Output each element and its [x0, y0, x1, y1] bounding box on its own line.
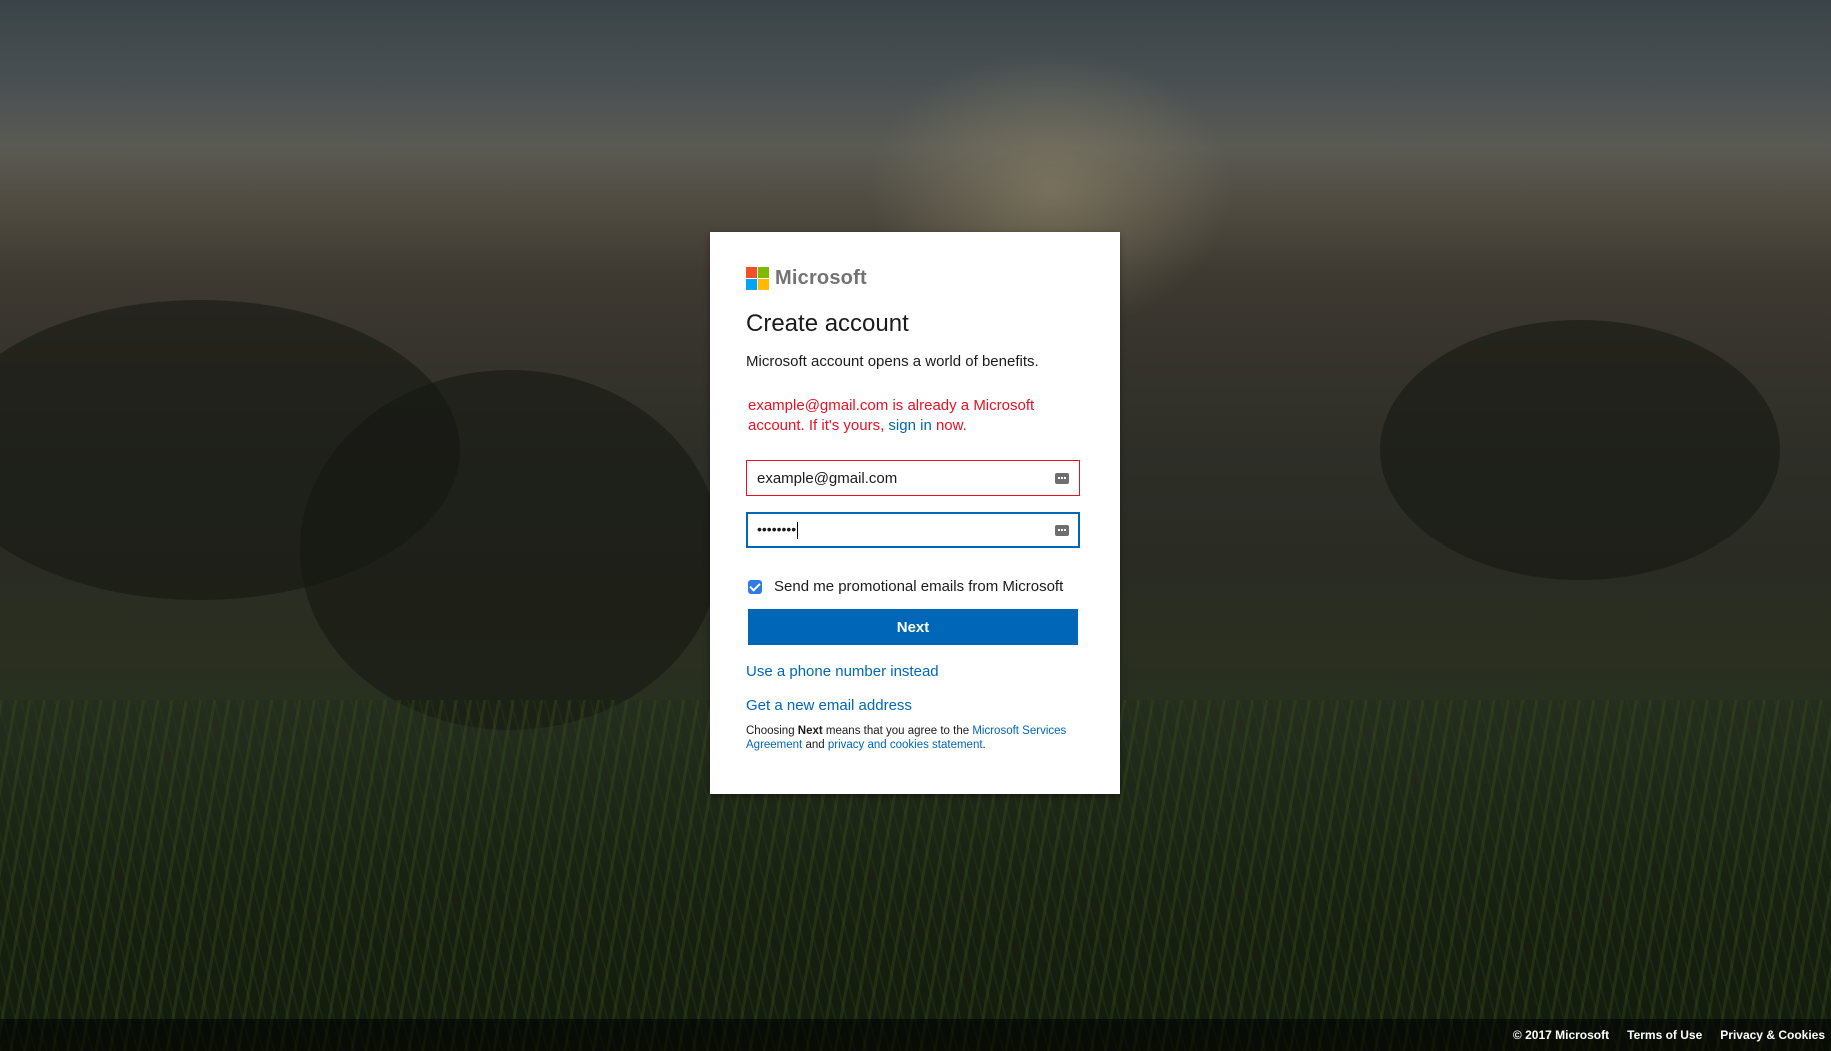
- password-manager-key-icon[interactable]: [1055, 524, 1069, 536]
- logo-square-red: [746, 266, 757, 278]
- logo-square-yellow: [758, 278, 769, 290]
- error-message: example@gmail.com is already a Microsoft…: [746, 396, 1084, 436]
- create-account-card: Microsoft Create account Microsoft accou…: [710, 232, 1120, 794]
- footer-links: © 2017 Microsoft Terms of Use Privacy & …: [1513, 1028, 1825, 1042]
- promo-checkbox-label[interactable]: Send me promotional emails from Microsof…: [774, 578, 1063, 595]
- password-manager-key-icon[interactable]: [1055, 472, 1069, 484]
- email-field[interactable]: example@gmail.com: [746, 460, 1080, 496]
- logo-square-blue: [746, 278, 757, 290]
- footer-privacy-link[interactable]: Privacy & Cookies: [1720, 1028, 1825, 1042]
- footer-copyright: © 2017 Microsoft: [1512, 1028, 1610, 1042]
- page-subtitle: Microsoft account opens a world of benef…: [746, 353, 1039, 370]
- password-field-value: ••••••••: [757, 521, 1055, 539]
- next-button[interactable]: Next: [748, 609, 1078, 645]
- legal-prefix: Choosing: [746, 725, 798, 737]
- error-line-2: account. If it's yours, sign in now.: [748, 416, 1084, 436]
- background-hill-center: [300, 370, 720, 730]
- promo-checkbox-row[interactable]: Send me promotional emails from Microsof…: [746, 578, 1084, 595]
- error-line-1: example@gmail.com is already a Microsoft: [748, 397, 1035, 414]
- text-caret: [797, 521, 799, 539]
- logo-square-green: [758, 266, 769, 278]
- use-phone-number-link[interactable]: Use a phone number instead: [746, 663, 939, 680]
- brand-name: Microsoft: [775, 266, 867, 289]
- legal-and: and: [802, 739, 828, 751]
- brand: Microsoft: [746, 266, 1084, 290]
- privacy-statement-link[interactable]: privacy and cookies statement: [828, 739, 983, 751]
- microsoft-logo-icon: [746, 266, 769, 290]
- password-field[interactable]: ••••••••: [746, 512, 1080, 548]
- sign-in-link[interactable]: sign in: [888, 417, 931, 434]
- error-line-2-suffix: now.: [931, 417, 967, 434]
- legal-middle: means that you agree to the: [822, 725, 973, 737]
- error-line-2-prefix: account. If it's yours,: [748, 417, 889, 434]
- legal-suffix: .: [982, 739, 986, 751]
- legal-notice: Choosing Next means that you agree to th…: [746, 724, 1084, 752]
- get-new-email-link[interactable]: Get a new email address: [746, 697, 912, 714]
- page-title: Create account: [746, 310, 909, 337]
- promo-checkbox[interactable]: [748, 579, 762, 594]
- legal-bold-next: Next: [797, 725, 823, 737]
- password-masked-value: ••••••••: [757, 521, 797, 538]
- background-hill-right: [1380, 320, 1780, 580]
- email-field-value: example@gmail.com: [757, 469, 898, 487]
- footer-terms-link[interactable]: Terms of Use: [1627, 1028, 1702, 1042]
